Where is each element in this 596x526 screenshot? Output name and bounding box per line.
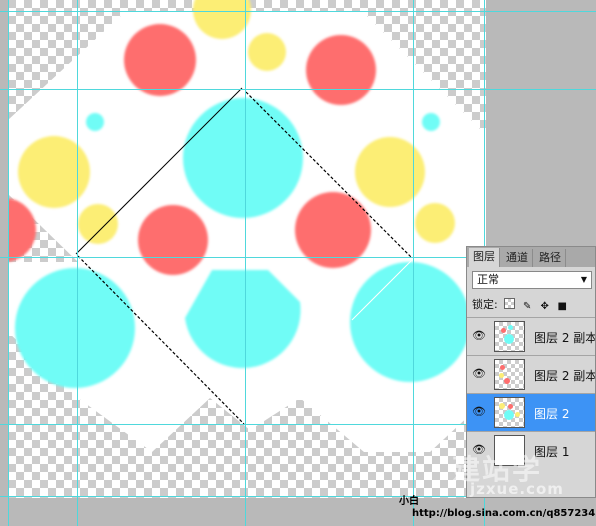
eye-visibility-icon[interactable]: 👁 [472, 406, 486, 418]
layer-row[interactable]: 👁 图层 2 副本 [467, 317, 596, 355]
lock-row: 锁定: ✎ ✥ ■ [472, 296, 568, 312]
red-dot [124, 24, 196, 96]
author-url: http://blog.sina.com.cn/q857234321 [412, 508, 596, 519]
dropdown-arrow-icon: ▼ [580, 275, 587, 284]
tab-channels[interactable]: 通道 [502, 249, 533, 267]
yellow-dot [248, 33, 286, 71]
layer-thumbnail [494, 321, 525, 352]
yellow-dot [18, 136, 90, 208]
red-dot [295, 192, 371, 268]
yellow-dot [355, 137, 425, 207]
layer-thumbnail [494, 397, 525, 428]
lock-transparent-pixels-icon[interactable] [504, 298, 516, 309]
layer-name: 图层 2 副本 [534, 331, 596, 345]
cyan-dot [86, 113, 104, 131]
lock-all-icon[interactable]: ■ [557, 301, 568, 312]
cyan-dot [15, 268, 135, 388]
lock-position-icon[interactable]: ✥ [539, 301, 550, 312]
yellow-dot [415, 203, 455, 243]
tab-paths[interactable]: 路径 [535, 249, 566, 267]
lock-image-pixels-icon[interactable]: ✎ [522, 301, 533, 312]
layer-name: 图层 2 [534, 407, 570, 421]
blend-mode-select[interactable]: 正常 ▼ [472, 271, 592, 289]
layer-thumbnail [494, 359, 525, 390]
cyan-dot [422, 113, 440, 131]
eye-visibility-icon[interactable]: 👁 [472, 330, 486, 342]
panel-tabs: 图层 通道 路径 [467, 247, 595, 267]
yellow-dot [78, 204, 118, 244]
layer-row[interactable]: 👁 图层 2 副本 [467, 355, 596, 393]
author-credit: 小白 [399, 496, 419, 507]
cyan-dot [183, 98, 303, 218]
red-dot [138, 205, 208, 275]
cyan-dot [350, 262, 470, 382]
red-dot [306, 35, 376, 105]
layer-name: 图层 2 副本 [534, 369, 596, 383]
watermark-domain: jzxue.com [470, 480, 564, 498]
eye-visibility-icon[interactable]: 👁 [472, 368, 486, 380]
layer-row-selected[interactable]: 👁 图层 2 [467, 393, 595, 431]
tab-layers[interactable]: 图层 [469, 248, 500, 267]
lock-label: 锁定: [472, 298, 498, 311]
blend-mode-value: 正常 [477, 273, 499, 286]
